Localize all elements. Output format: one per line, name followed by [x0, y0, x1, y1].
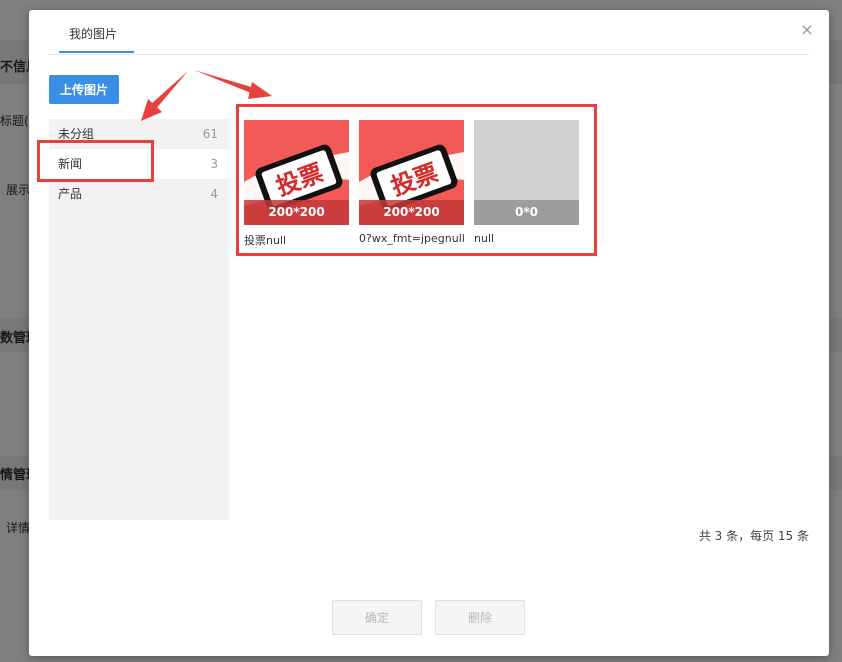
- tab-bar: 我的图片: [49, 10, 809, 55]
- group-item-count: 61: [202, 127, 218, 141]
- image-name: 0?wx_fmt=jpegnull: [359, 232, 464, 245]
- image-name: null: [474, 232, 495, 245]
- image-thumbnail: 投票 200*200: [359, 120, 464, 225]
- group-item-count: 4: [210, 187, 218, 201]
- delete-button[interactable]: 删除: [435, 600, 525, 635]
- group-item-product[interactable]: 产品 4: [49, 179, 229, 209]
- image-name: 投票null: [244, 234, 287, 247]
- image-card[interactable]: 投票 200*200 0?wx_fmt=jpegnull: [359, 120, 464, 245]
- image-dimensions: 200*200: [244, 200, 349, 225]
- image-card[interactable]: 0*0 null: [474, 120, 579, 245]
- group-item-label: 产品: [58, 187, 83, 201]
- image-dimensions: 200*200: [359, 200, 464, 225]
- group-item-count: 3: [210, 157, 218, 171]
- group-item-label: 未分组: [58, 127, 95, 141]
- upload-image-button[interactable]: 上传图片: [49, 75, 119, 104]
- close-icon[interactable]: ×: [799, 22, 815, 38]
- pagination-info: 共 3 条，每页 15 条: [698, 529, 809, 543]
- image-thumbnail-placeholder: 0*0: [474, 120, 579, 225]
- image-thumbnail: 投票 200*200: [244, 120, 349, 225]
- confirm-button[interactable]: 确定: [332, 600, 422, 635]
- group-item-news[interactable]: 新闻 3: [49, 149, 229, 179]
- image-card[interactable]: 投票 200*200 投票null: [244, 120, 349, 248]
- tab-my-images[interactable]: 我的图片: [59, 27, 134, 53]
- image-dimensions: 0*0: [474, 200, 579, 225]
- image-grid: 投票 200*200 投票null 投票 200*200 0?wx_fmt=jp…: [244, 120, 584, 250]
- group-list: 未分组 61 新闻 3 产品 4: [49, 119, 229, 520]
- group-item-label: 新闻: [58, 157, 83, 171]
- image-picker-modal: 我的图片 × 上传图片 未分组 61 新闻 3 产品 4 投票 200*200 …: [29, 10, 829, 656]
- group-item-ungrouped[interactable]: 未分组 61: [49, 119, 229, 149]
